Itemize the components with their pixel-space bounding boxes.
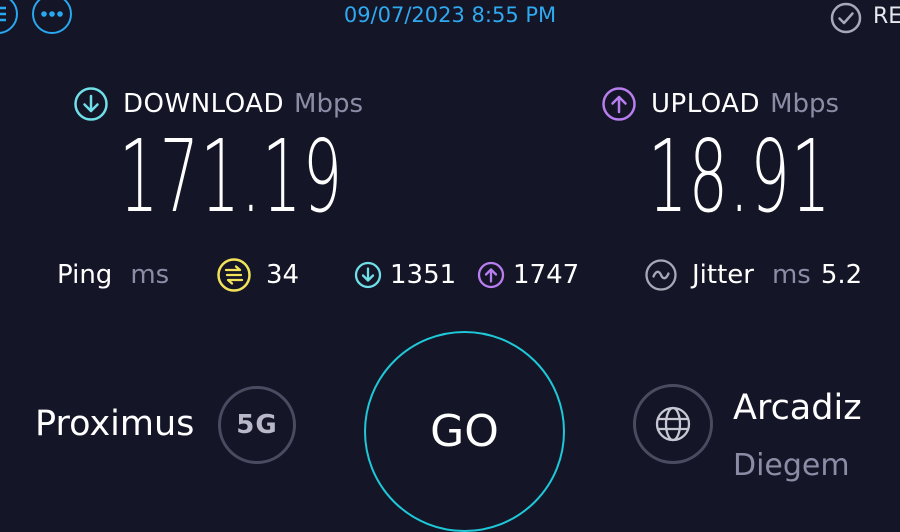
upload-ping-value: 1747: [513, 260, 580, 290]
upload-label: UPLOAD: [651, 89, 761, 119]
jitter-unit: ms: [771, 260, 811, 290]
idle-latency-icon: [217, 258, 251, 292]
jitter-group: Jitter ms 5.2: [644, 256, 862, 294]
server-name[interactable]: Arcadiz: [733, 388, 862, 428]
upload-latency-icon: [477, 261, 505, 289]
download-ping: 1351: [354, 256, 456, 294]
test-date: 09/07/2023 8:55 PM: [343, 3, 557, 27]
network-type-badge: 5G: [218, 386, 296, 464]
jitter-value: 5.2: [820, 260, 863, 290]
go-button[interactable]: GO: [364, 331, 565, 532]
results-label[interactable]: RE: [873, 4, 900, 29]
upload-arrow-icon: [602, 87, 636, 121]
download-latency-icon: [354, 261, 382, 289]
download-ping-value: 1351: [390, 260, 457, 290]
idle-ping-value: 34: [266, 260, 300, 290]
jitter-wave-icon: [645, 259, 677, 291]
server-city: Diegem: [733, 448, 850, 483]
upload-unit: Mbps: [770, 89, 840, 119]
download-unit: Mbps: [294, 89, 364, 119]
jitter-label: Jitter: [692, 260, 754, 290]
ping-label: Ping: [57, 260, 113, 290]
idle-ping: 34: [216, 256, 299, 294]
download-label: DOWNLOAD: [123, 89, 285, 119]
download-arrow-icon: [74, 87, 108, 121]
ping-label-group: Ping ms: [57, 256, 169, 294]
upload-value: 18.91: [648, 118, 832, 235]
check-circle-icon[interactable]: [830, 2, 862, 34]
change-server-button[interactable]: [633, 384, 713, 464]
upload-ping: 1747: [477, 256, 579, 294]
globe-icon: [655, 406, 691, 442]
ping-unit: ms: [130, 260, 170, 290]
provider-name: Proximus: [35, 404, 195, 444]
download-value: 171.19: [119, 118, 344, 235]
